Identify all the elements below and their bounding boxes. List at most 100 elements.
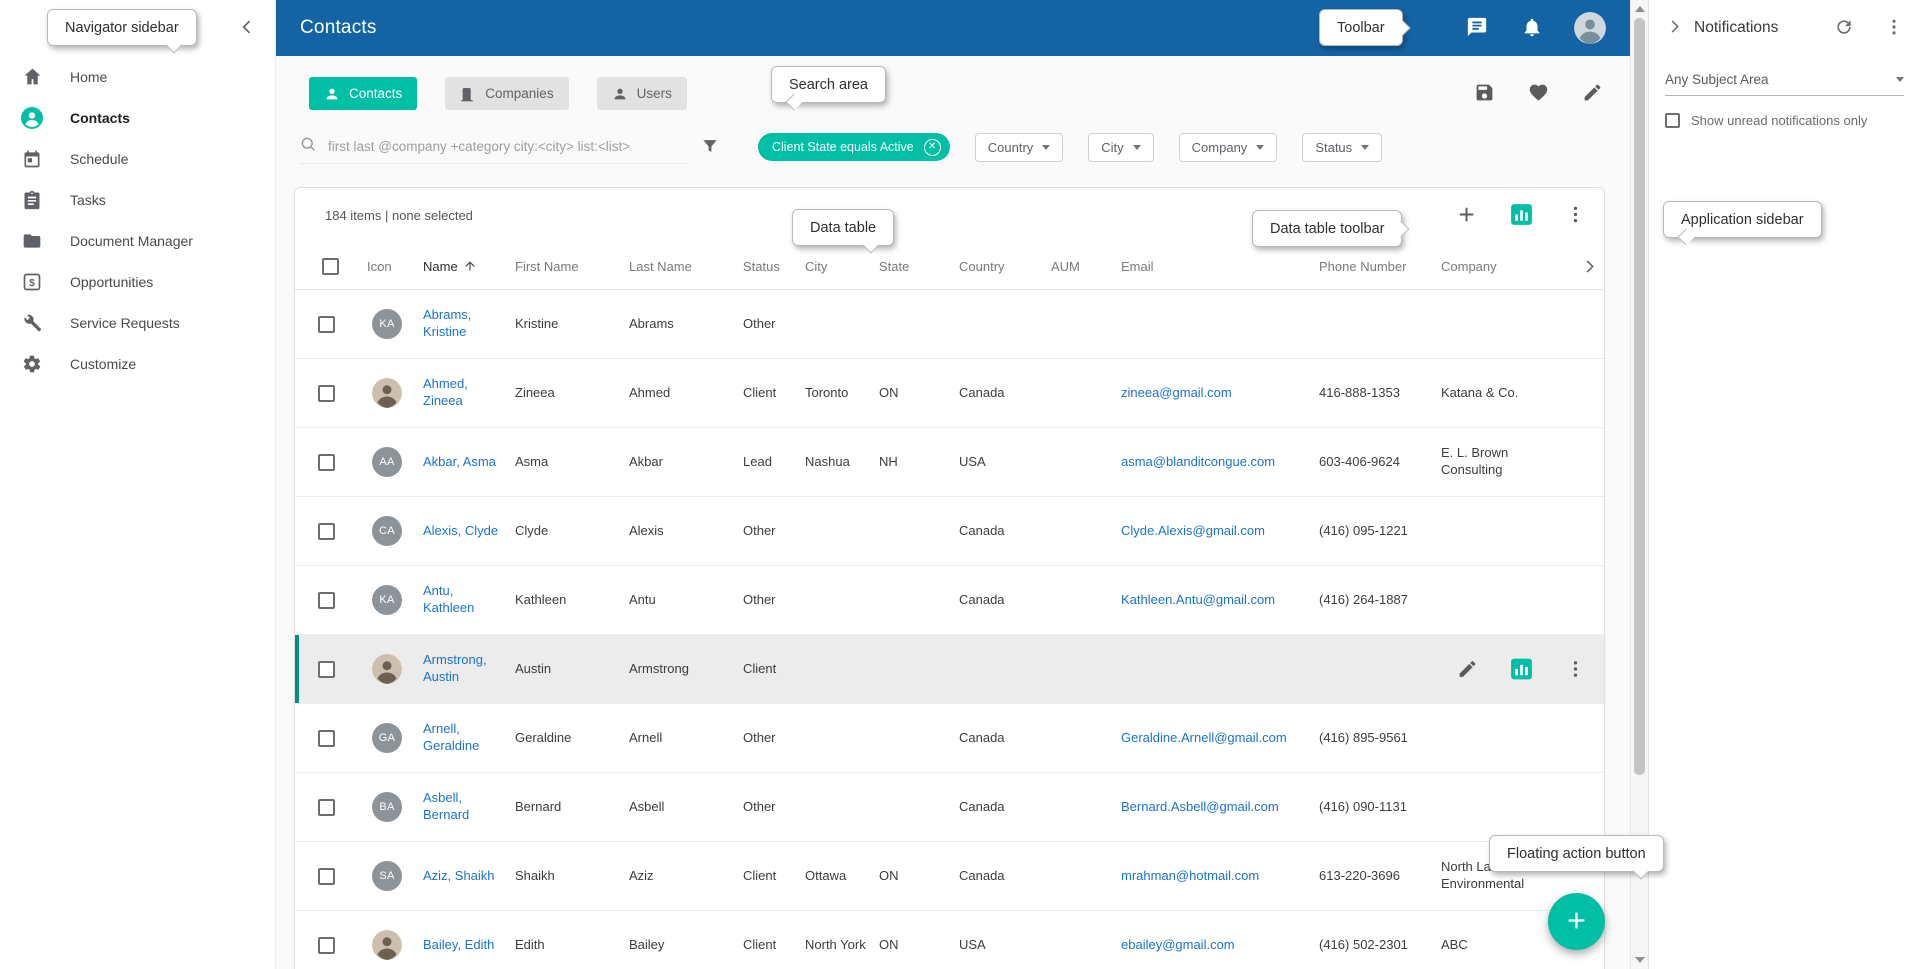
sidebar-item-home[interactable]: Home <box>0 56 275 97</box>
column-header-first-name[interactable]: First Name <box>513 259 627 274</box>
vertical-scrollbar[interactable] <box>1630 0 1648 969</box>
chart-view-button[interactable] <box>1507 200 1536 232</box>
scroll-up-arrow-icon[interactable] <box>1635 6 1645 12</box>
table-row[interactable]: AAAkbar, AsmaAsmaAkbarLeadNashuaNHUSAasm… <box>295 428 1604 497</box>
email-link[interactable]: Bernard.Asbell@gmail.com <box>1121 799 1279 814</box>
name-link[interactable]: Akbar, Asma <box>423 454 496 469</box>
panel-menu-button[interactable] <box>1882 15 1906 42</box>
column-header-name[interactable]: Name <box>421 259 513 274</box>
table-menu-button[interactable] <box>1563 202 1588 230</box>
column-header-status[interactable]: Status <box>741 259 803 274</box>
email-link[interactable]: zineea@gmail.com <box>1121 385 1232 400</box>
row-checkbox[interactable] <box>318 454 335 471</box>
favorite-button[interactable] <box>1526 80 1551 108</box>
sidebar-item-tasks[interactable]: Tasks <box>0 179 275 220</box>
row-checkbox[interactable] <box>318 730 335 747</box>
search-box <box>299 130 689 164</box>
name-link[interactable]: Abrams, Kristine <box>423 307 471 339</box>
table-row[interactable]: KAAbrams, KristineKristineAbramsOther <box>295 290 1604 359</box>
column-header-email[interactable]: Email <box>1119 259 1317 274</box>
sidebar-item-customize[interactable]: Customize <box>0 343 275 384</box>
table-row[interactable]: SAAziz, ShaikhShaikhAzizClientOttawaONCa… <box>295 842 1604 911</box>
name-link[interactable]: Bailey, Edith <box>423 937 494 952</box>
table-row[interactable]: KAAntu, KathleenKathleenAntuOtherCanadaK… <box>295 566 1604 635</box>
table-row[interactable]: Armstrong, AustinAustinArmstrongClient <box>295 635 1604 704</box>
search-input[interactable] <box>326 138 689 155</box>
feedback-button[interactable] <box>1464 14 1490 43</box>
cell-icon: SA <box>365 861 421 891</box>
row-menu-button[interactable] <box>1563 657 1588 682</box>
email-link[interactable]: Clyde.Alexis@gmail.com <box>1121 523 1265 538</box>
calendar-icon <box>20 147 44 171</box>
tab-companies[interactable]: Companies <box>445 77 568 110</box>
column-header-city[interactable]: City <box>803 259 877 274</box>
email-link[interactable]: Kathleen.Antu@gmail.com <box>1121 592 1275 607</box>
tab-contacts[interactable]: Contacts <box>309 77 417 110</box>
column-header-icon[interactable]: Icon <box>365 259 421 274</box>
notifications-button[interactable] <box>1519 14 1545 43</box>
select-all-checkbox[interactable] <box>322 258 339 275</box>
table-row[interactable]: CAAlexis, ClydeClydeAlexisOtherCanadaCly… <box>295 497 1604 566</box>
collapse-sidebar-button[interactable] <box>235 15 259 42</box>
table-row[interactable]: GAArnell, GeraldineGeraldineArnellOtherC… <box>295 704 1604 773</box>
row-checkbox[interactable] <box>318 661 335 678</box>
email-link[interactable]: Geraldine.Arnell@gmail.com <box>1121 730 1287 745</box>
column-header-state[interactable]: State <box>877 259 957 274</box>
sidebar-item-service-requests[interactable]: Service Requests <box>0 302 275 343</box>
name-link[interactable]: Alexis, Clyde <box>423 523 498 538</box>
row-checkbox[interactable] <box>318 868 335 885</box>
unread-checkbox[interactable] <box>1665 113 1680 128</box>
refresh-button[interactable] <box>1832 15 1856 42</box>
chip-remove-icon[interactable]: ✕ <box>924 139 941 156</box>
row-checkbox[interactable] <box>318 523 335 540</box>
column-header-company[interactable]: Company <box>1439 259 1575 274</box>
email-link[interactable]: ebailey@gmail.com <box>1121 937 1235 952</box>
filter-dropdown-city[interactable]: City <box>1088 133 1153 162</box>
scroll-columns-right-button[interactable] <box>1575 257 1604 276</box>
column-header-phone-number[interactable]: Phone Number <box>1317 259 1439 274</box>
floating-action-button[interactable] <box>1548 893 1605 950</box>
table-row[interactable]: Ahmed, ZineeaZineeaAhmedClientTorontoONC… <box>295 359 1604 428</box>
name-link[interactable]: Aziz, Shaikh <box>423 868 495 883</box>
row-checkbox[interactable] <box>318 385 335 402</box>
name-link[interactable]: Asbell, Bernard <box>423 790 469 822</box>
filter-dropdown-status[interactable]: Status <box>1302 133 1382 162</box>
name-link[interactable]: Armstrong, Austin <box>423 652 487 684</box>
column-header-aum[interactable]: AUM <box>1049 259 1119 274</box>
scroll-down-arrow-icon[interactable] <box>1635 957 1645 963</box>
sidebar-item-schedule[interactable]: Schedule <box>0 138 275 179</box>
bar-chart-icon <box>1509 657 1534 682</box>
table-row[interactable]: Bailey, EdithEdithBaileyClientNorth York… <box>295 911 1604 969</box>
filter-dropdown-country[interactable]: Country <box>975 133 1064 162</box>
name-link[interactable]: Antu, Kathleen <box>423 583 474 615</box>
tab-users[interactable]: Users <box>597 77 687 110</box>
row-chart-button[interactable] <box>1507 655 1536 684</box>
name-link[interactable]: Arnell, Geraldine <box>423 721 479 753</box>
filter-dropdown-company[interactable]: Company <box>1179 133 1278 162</box>
edit-view-button[interactable] <box>1580 80 1605 108</box>
row-checkbox[interactable] <box>318 799 335 816</box>
edit-row-button[interactable] <box>1455 657 1480 682</box>
email-link[interactable]: mrahman@hotmail.com <box>1121 868 1259 883</box>
save-view-button[interactable] <box>1472 80 1497 108</box>
active-filter-chip[interactable]: Client State equals Active ✕ <box>758 133 950 161</box>
column-header-country[interactable]: Country <box>957 259 1049 274</box>
email-link[interactable]: asma@blanditcongue.com <box>1121 454 1275 469</box>
table-row[interactable]: BAAsbell, BernardBernardAsbellOtherCanad… <box>295 773 1604 842</box>
subject-area-select[interactable]: Any Subject Area <box>1665 72 1904 96</box>
add-record-button[interactable] <box>1453 201 1480 231</box>
column-header-last-name[interactable]: Last Name <box>627 259 741 274</box>
scrollbar-thumb[interactable] <box>1634 18 1645 775</box>
name-link[interactable]: Ahmed, Zineea <box>423 376 468 408</box>
collapse-panel-button[interactable] <box>1663 15 1686 41</box>
filter-button[interactable] <box>698 134 722 161</box>
row-checkbox[interactable] <box>318 937 335 954</box>
row-checkbox[interactable] <box>318 592 335 609</box>
sidebar-item-opportunities[interactable]: $Opportunities <box>0 261 275 302</box>
row-checkbox[interactable] <box>318 316 335 333</box>
contact-initials-avatar: GA <box>372 723 402 753</box>
sidebar-item-contacts[interactable]: Contacts <box>0 97 275 138</box>
sidebar-item-document-manager[interactable]: Document Manager <box>0 220 275 261</box>
subject-area-value: Any Subject Area <box>1665 72 1769 87</box>
user-avatar[interactable] <box>1574 12 1606 44</box>
